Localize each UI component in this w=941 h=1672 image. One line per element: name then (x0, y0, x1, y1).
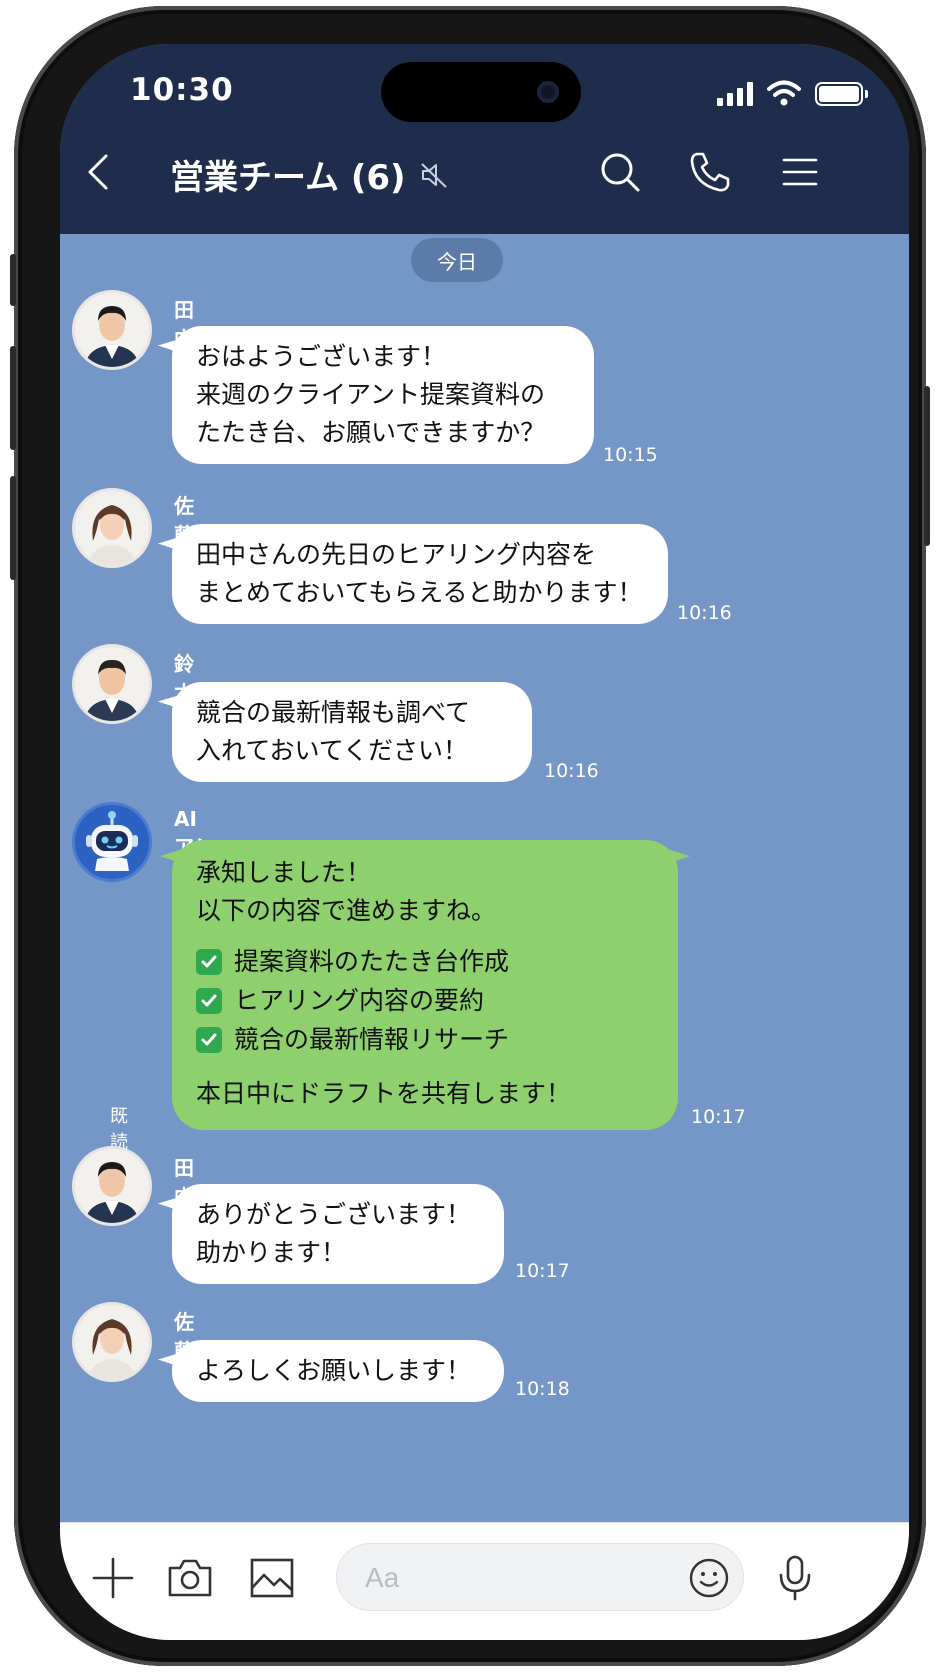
avatar[interactable] (72, 644, 152, 724)
message-time: 10:16 (677, 602, 732, 624)
task-item: ヒアリング内容の要約 (196, 981, 654, 1020)
camera-icon[interactable] (166, 1555, 214, 1601)
volume-up-button (10, 346, 16, 450)
check-icon (196, 948, 222, 975)
female-avatar-image (89, 1319, 135, 1379)
phone-frame: 10:30 営業チーム (6) 今日 田 おはようございます！ 来週のクライアン… (10, 6, 930, 1666)
message-bubble[interactable]: 競合の最新情報も調べて 入れておいてください！ (172, 682, 532, 782)
message-bubble[interactable]: ありがとうございます！ 助かります！ (172, 1184, 504, 1284)
chat-title-group[interactable]: 営業チーム (6) (170, 150, 450, 199)
ai-intro-line: 承知しました！ (196, 858, 372, 887)
male-avatar-image (85, 306, 139, 367)
status-time: 10:30 (130, 72, 234, 108)
ai-closing-line: 本日中にドラフトを共有します！ (196, 1079, 572, 1108)
message-time: 10:18 (515, 1378, 570, 1400)
task-item: 提案資料のたたき台作成 (196, 942, 654, 981)
avatar[interactable] (72, 1302, 152, 1382)
top-bar: 10:30 営業チーム (6) (60, 44, 909, 234)
microphone-icon[interactable] (772, 1553, 818, 1603)
image-icon[interactable] (248, 1555, 296, 1601)
avatar[interactable] (72, 290, 152, 370)
ai-message-bubble[interactable]: 承知しました！ 以下の内容で進めますね。 提案資料のたたき台作成 ヒアリング内容… (172, 840, 678, 1130)
date-separator: 今日 (411, 238, 503, 282)
male-avatar-image (85, 659, 139, 721)
screen: 10:30 営業チーム (6) 今日 田 おはようございます！ 来週のクライアン… (60, 44, 909, 1640)
message-bubble[interactable]: おはようございます！ 来週のクライアント提案資料の たたき台、お願いできますか？ (172, 326, 594, 464)
task-label: 提案資料のたたき台作成 (234, 946, 510, 976)
task-label: ヒアリング内容の要約 (234, 985, 485, 1015)
message-time: 10:16 (544, 760, 599, 782)
task-label: 競合の最新情報リサーチ (234, 1024, 510, 1054)
front-camera (537, 81, 559, 103)
message-bubble[interactable]: 田中さんの先日のヒアリング内容を まとめておいてもらえると助かります！ (172, 524, 668, 624)
message-time: 10:17 (691, 1106, 746, 1128)
plus-icon[interactable] (90, 1555, 136, 1601)
input-bar (60, 1522, 909, 1640)
message-time: 10:15 (603, 444, 658, 466)
female-avatar-image (89, 505, 135, 565)
message-bubble[interactable]: よろしくお願いします！ (172, 1340, 504, 1402)
avatar[interactable] (72, 1146, 152, 1226)
check-icon (196, 987, 222, 1014)
action-button (10, 254, 16, 306)
check-icon (196, 1026, 222, 1053)
battery-icon (815, 82, 868, 106)
menu-icon[interactable] (778, 150, 822, 194)
message-input-field[interactable] (336, 1543, 744, 1611)
signal-icon (717, 82, 753, 106)
power-button (924, 386, 930, 546)
avatar[interactable] (72, 488, 152, 568)
ai-intro-line: 以下の内容で進めますね。 (196, 896, 497, 925)
status-icons (717, 78, 868, 106)
phone-icon[interactable] (688, 150, 732, 194)
robot-icon (86, 811, 138, 871)
message-input[interactable] (365, 1558, 665, 1598)
wifi-icon (767, 80, 801, 106)
dynamic-island (381, 62, 581, 122)
back-arrow-icon[interactable] (78, 150, 122, 194)
volume-down-button (10, 476, 16, 580)
male-avatar-image (85, 1162, 139, 1223)
emoji-icon[interactable] (687, 1556, 731, 1600)
task-item: 競合の最新情報リサーチ (196, 1020, 654, 1059)
ai-avatar[interactable] (72, 802, 152, 882)
search-icon[interactable] (598, 150, 642, 194)
message-time: 10:17 (515, 1260, 570, 1282)
chat-title: 営業チーム (6) (170, 158, 406, 198)
mute-icon (420, 162, 447, 188)
